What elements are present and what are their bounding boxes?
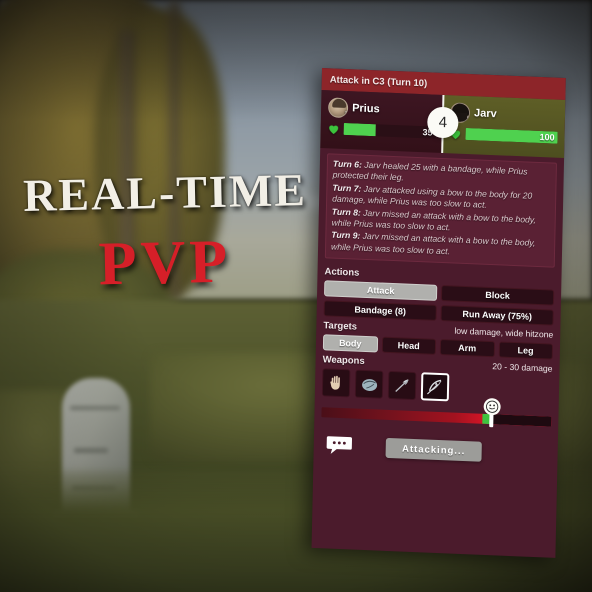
weapon-slots bbox=[321, 368, 552, 405]
weapon-slot-rock[interactable] bbox=[354, 369, 384, 399]
weapons-section: Weapons 20 - 30 damage bbox=[315, 350, 560, 406]
rock-icon bbox=[361, 378, 377, 391]
heart-icon bbox=[329, 124, 339, 134]
chat-bubble-icon[interactable] bbox=[326, 435, 353, 457]
attacking-button[interactable]: Attacking... bbox=[385, 438, 482, 463]
combat-log-wrapper: Turn 6: Jarv healed 25 with a bandage, w… bbox=[318, 148, 564, 272]
player-level: 5 bbox=[344, 110, 349, 119]
player-level: 8 bbox=[466, 115, 471, 124]
targets-title: Targets bbox=[323, 320, 358, 333]
combat-log[interactable]: Turn 6: Jarv healed 25 with a bandage, w… bbox=[324, 153, 557, 268]
health-bar: 100 bbox=[465, 127, 558, 144]
turn-timer-value: 4 bbox=[438, 113, 448, 132]
timing-bar bbox=[321, 407, 552, 427]
spear-icon bbox=[395, 379, 409, 393]
combat-panel: Attack in C3 (Turn 10) 5 Prius 35 8 Jarv… bbox=[311, 68, 566, 558]
actions-section: Actions Attack Block Bandage (8) Run Away (… bbox=[317, 262, 562, 326]
weapon-slot-spear[interactable] bbox=[387, 371, 417, 401]
chat-icon bbox=[326, 436, 353, 455]
timing-bar-wrapper[interactable] bbox=[321, 398, 552, 429]
health-bar: 35 bbox=[343, 122, 436, 139]
action-button-block[interactable]: Block bbox=[440, 285, 555, 306]
smiley-face-icon bbox=[483, 398, 502, 416]
player-name: Jarv bbox=[473, 107, 497, 121]
target-button-body[interactable]: Body bbox=[322, 334, 378, 353]
promo-text: REAL-TIME PVP bbox=[0, 164, 330, 298]
weapons-title: Weapons bbox=[322, 354, 365, 368]
bow-icon bbox=[427, 380, 442, 395]
promo-headline: REAL-TIME bbox=[22, 164, 308, 221]
timing-dead-zone bbox=[491, 414, 552, 427]
panel-title: Attack in C3 (Turn 10) bbox=[329, 73, 428, 89]
target-button-arm[interactable]: Arm bbox=[439, 339, 495, 358]
health-value: 100 bbox=[539, 131, 555, 143]
promo-subheadline: PVP bbox=[98, 227, 232, 299]
hand-icon bbox=[330, 375, 340, 390]
actions-title: Actions bbox=[324, 266, 360, 279]
action-button-attack[interactable]: Attack bbox=[324, 280, 438, 302]
target-button-leg[interactable]: Leg bbox=[498, 341, 554, 360]
weapon-slot-bow[interactable] bbox=[420, 372, 450, 402]
health-fill bbox=[343, 122, 376, 137]
player-card-right[interactable]: 8 Jarv 100 bbox=[442, 94, 566, 158]
target-button-head[interactable]: Head bbox=[381, 336, 437, 356]
player-name: Prius bbox=[351, 102, 380, 116]
player-card-left[interactable]: 5 Prius 35 bbox=[320, 89, 444, 153]
weapon-slot-hand[interactable] bbox=[321, 368, 351, 398]
target-hint: low damage, wide hitzone bbox=[454, 325, 554, 340]
players-row: 5 Prius 35 8 Jarv 100 4 bbox=[320, 89, 566, 158]
smiley-icon bbox=[486, 400, 499, 414]
prius-avatar: 5 bbox=[327, 97, 349, 119]
weapon-damage: 20 - 30 damage bbox=[492, 361, 553, 374]
panel-footer: Attacking... bbox=[313, 432, 558, 482]
